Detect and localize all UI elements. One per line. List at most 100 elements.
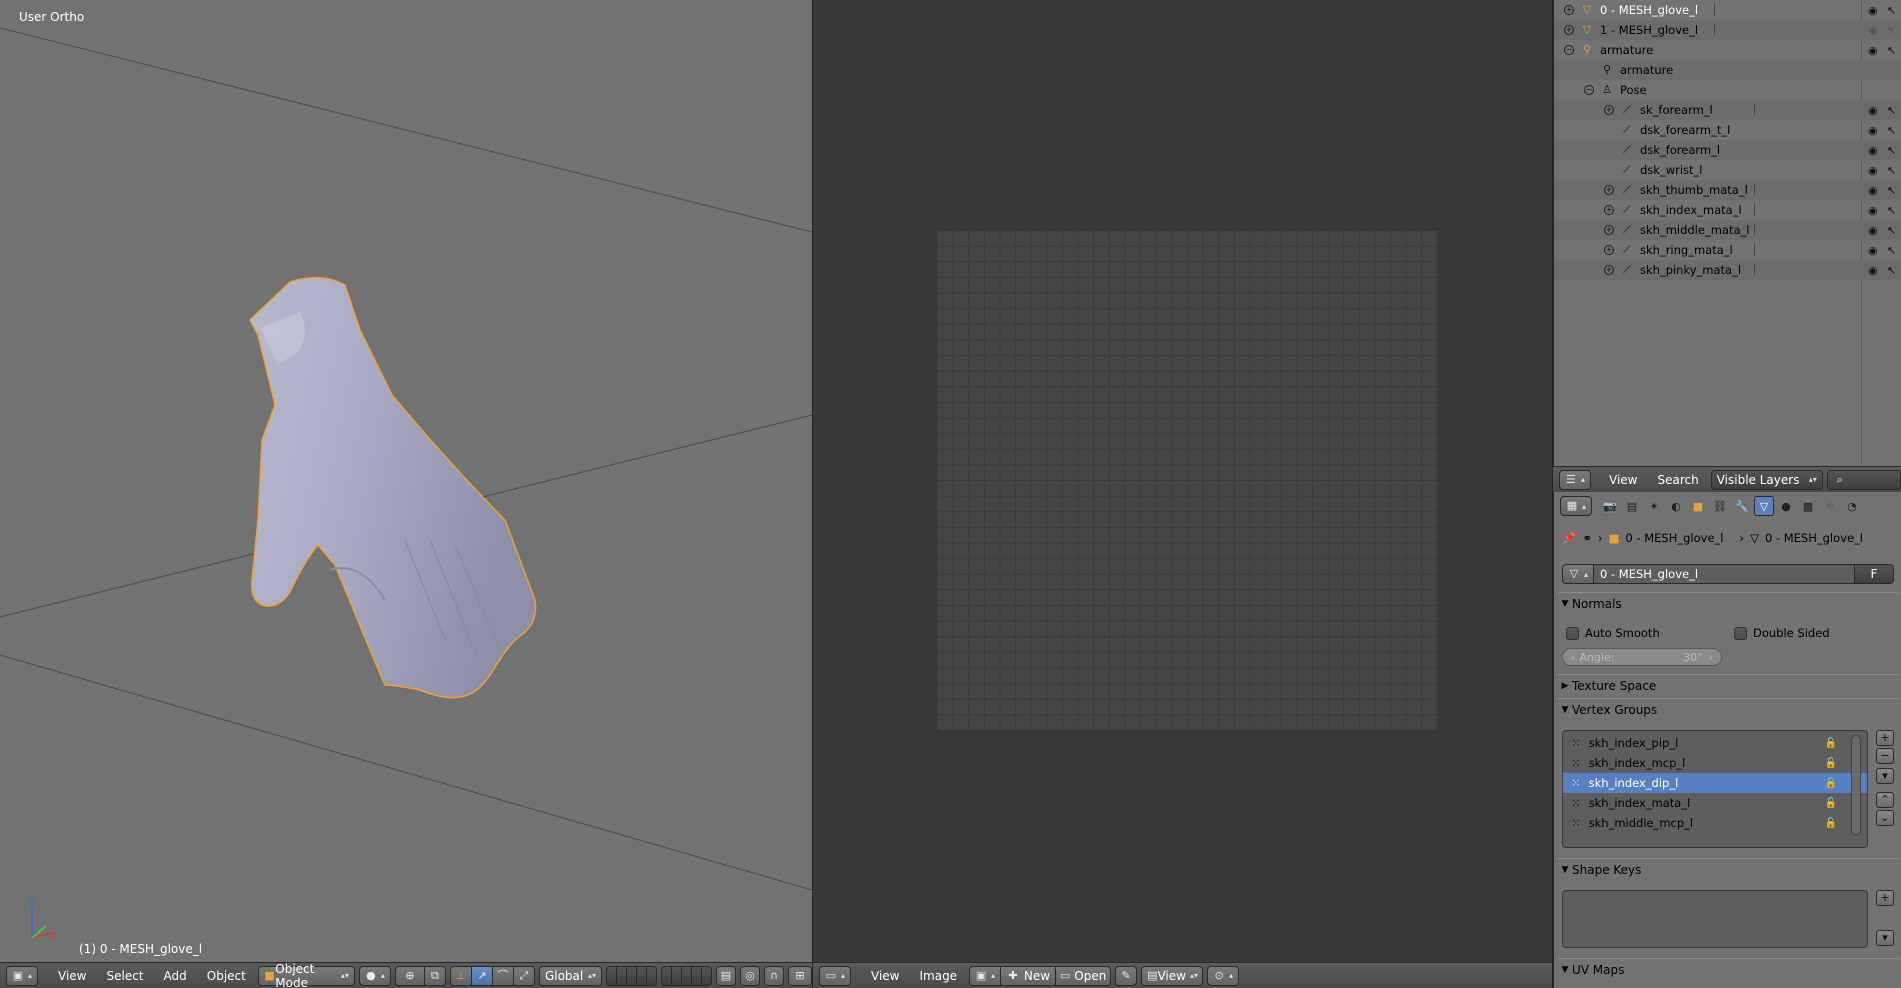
eye-icon[interactable]: ◉ bbox=[1868, 44, 1878, 57]
outliner-row[interactable]: + ▽ 1 - MESH_glove_l ◉ ↖ bbox=[1554, 20, 1901, 40]
cursor-select-icon[interactable]: ↖ bbox=[1887, 204, 1896, 217]
panel-vertex-groups-header[interactable]: ▼ Vertex Groups bbox=[1558, 698, 1898, 720]
outliner-row[interactable]: + ⟋ sk_forearm_l ◉ ↖ bbox=[1554, 100, 1901, 120]
vertex-groups-list[interactable]: ⁙ skh_index_pip_l 🔓 ⁙ skh_index_mcp_l 🔓 ⁙ skh_i… bbox=[1562, 730, 1868, 848]
editor-type-button[interactable]: ▣ ▴ bbox=[6, 965, 38, 986]
manipulator-toggle[interactable]: ⊥ bbox=[449, 965, 472, 986]
panel-normals-header[interactable]: ▼ Normals bbox=[1558, 592, 1898, 614]
menu-view-outliner[interactable]: View bbox=[1601, 473, 1645, 487]
vertex-group-item[interactable]: ⁙ skh_index_dip_l 🔓 bbox=[1563, 773, 1867, 793]
editor-type-button-image[interactable]: ▭ ▴ bbox=[819, 965, 851, 986]
pivot-dropdown[interactable]: ⊕ bbox=[394, 965, 425, 986]
menu-select[interactable]: Select bbox=[98, 969, 151, 983]
vertex-group-item[interactable]: ⁙ skh_index_mcp_l 🔓 bbox=[1563, 753, 1867, 773]
outliner-row[interactable]: ⟋ dsk_forearm_t_l ◉ ↖ bbox=[1554, 120, 1901, 140]
eye-icon[interactable]: ◉ bbox=[1868, 204, 1878, 217]
shape-keys-list[interactable] bbox=[1562, 890, 1868, 948]
double-sided-checkbox[interactable]: Double Sided bbox=[1734, 626, 1830, 640]
tab-world[interactable]: ◐ bbox=[1666, 496, 1686, 516]
angle-field[interactable]: ‹ Angle: 30° › bbox=[1562, 648, 1722, 666]
expand-toggle-icon[interactable]: − bbox=[1564, 45, 1574, 55]
unlock-icon[interactable]: 🔓 bbox=[1825, 798, 1837, 809]
open-image-button[interactable]: ▭ Open bbox=[1055, 965, 1112, 986]
unlock-icon[interactable]: 🔓 bbox=[1825, 778, 1837, 789]
cursor-select-icon[interactable]: ↖ bbox=[1887, 44, 1896, 57]
eye-icon[interactable]: ◉ bbox=[1868, 104, 1878, 117]
outliner-row[interactable]: ⚲ armature bbox=[1554, 60, 1901, 80]
browse-mesh-button[interactable]: ▽ ▴ bbox=[1562, 564, 1594, 584]
layer-buttons-a[interactable] bbox=[606, 965, 657, 986]
cursor-select-icon[interactable]: ↖ bbox=[1887, 124, 1896, 137]
outliner-search-field[interactable]: ⌕ bbox=[1826, 469, 1901, 490]
outliner-row[interactable]: + ▽ 0 - MESH_glove_l ◉ ↖ bbox=[1554, 0, 1901, 20]
mode-dropdown[interactable]: ■ Object Mode ▴▾ bbox=[257, 962, 355, 988]
tab-render-layers[interactable]: ▤ bbox=[1622, 496, 1642, 516]
fake-user-button[interactable]: F bbox=[1854, 564, 1894, 584]
shape-key-specials-button[interactable]: ▾ bbox=[1876, 930, 1894, 946]
datablock-name-field[interactable]: 0 - MESH_glove_l bbox=[1594, 564, 1855, 584]
outliner-row[interactable]: ⟋ dsk_forearm_l ◉ ↖ bbox=[1554, 140, 1901, 160]
auto-smooth-checkbox[interactable]: Auto Smooth bbox=[1566, 626, 1660, 640]
tab-texture[interactable]: ▩ bbox=[1798, 496, 1818, 516]
menu-add[interactable]: Add bbox=[156, 969, 195, 983]
eye-icon[interactable]: ◉ bbox=[1868, 244, 1878, 257]
eye-icon[interactable]: ◉ bbox=[1868, 24, 1878, 37]
panel-uv-maps-header[interactable]: ▼ UV Maps bbox=[1558, 958, 1898, 980]
snap-element-dropdown[interactable]: ⊞ bbox=[788, 965, 812, 986]
menu-search-outliner[interactable]: Search bbox=[1649, 473, 1706, 487]
cursor-select-icon[interactable]: ↖ bbox=[1887, 244, 1896, 257]
cursor-select-icon[interactable]: ↖ bbox=[1887, 264, 1896, 277]
vertex-group-item[interactable]: ⁙ skh_index_mata_l 🔓 bbox=[1563, 793, 1867, 813]
pivot-dropdown-image[interactable]: ⊙ ▴ bbox=[1207, 965, 1240, 986]
tab-modifiers[interactable]: 🔧 bbox=[1732, 496, 1752, 516]
orientation-dropdown[interactable]: Global ▴▾ bbox=[538, 965, 602, 986]
vertex-group-specials-button[interactable]: ▾ bbox=[1876, 768, 1894, 784]
eye-icon[interactable]: ◉ bbox=[1868, 264, 1878, 277]
panel-texture-space-header[interactable]: ▶ Texture Space bbox=[1558, 674, 1898, 696]
menu-view[interactable]: View bbox=[50, 969, 94, 983]
add-vertex-group-button[interactable]: + bbox=[1876, 730, 1894, 746]
outliner-row[interactable]: + ⟋ skh_thumb_mata_l ◉ ↖ bbox=[1554, 180, 1901, 200]
expand-toggle-icon[interactable]: + bbox=[1604, 225, 1614, 235]
vertex-group-item[interactable]: ⁙ skh_index_pip_l 🔓 bbox=[1563, 733, 1867, 753]
expand-toggle-icon[interactable]: + bbox=[1604, 205, 1614, 215]
menu-object[interactable]: Object bbox=[199, 969, 254, 983]
cursor-select-icon[interactable]: ↖ bbox=[1887, 184, 1896, 197]
cursor-select-icon[interactable]: ↖ bbox=[1887, 144, 1896, 157]
tab-data[interactable]: ▽ bbox=[1754, 496, 1774, 516]
uv-grid[interactable] bbox=[937, 230, 1437, 730]
tab-render[interactable]: 📷 bbox=[1600, 496, 1620, 516]
pin-image-button[interactable]: ✎ bbox=[1115, 965, 1138, 986]
move-up-button[interactable]: ⌃ bbox=[1876, 792, 1894, 808]
add-shape-key-button[interactable]: + bbox=[1876, 890, 1894, 906]
rotate-manipulator[interactable]: ⌒ bbox=[491, 965, 514, 986]
unlock-icon[interactable]: 🔓 bbox=[1825, 818, 1837, 829]
expand-toggle-icon[interactable]: − bbox=[1584, 85, 1594, 95]
cursor-select-icon[interactable]: ↖ bbox=[1887, 24, 1896, 37]
pin-icon[interactable]: 📌 bbox=[1562, 531, 1576, 545]
checkbox-box[interactable] bbox=[1566, 626, 1579, 640]
checkbox-box[interactable] bbox=[1734, 626, 1747, 640]
outliner-row[interactable]: + ⟋ skh_pinky_mata_l ◉ ↖ bbox=[1554, 260, 1901, 280]
glove-mesh[interactable] bbox=[249, 276, 537, 699]
tab-particles[interactable]: ⁘ bbox=[1820, 496, 1840, 516]
eye-icon[interactable]: ◉ bbox=[1868, 184, 1878, 197]
outliner-row[interactable]: − ♙ Pose bbox=[1554, 80, 1901, 100]
properties-editor[interactable]: ▦ ▴ 📷 ▤ ✦ ◐ ■ ⛓ 🔧 ▽ ● ▩ ⁘ ◔ 📌 ⚭ › ■ 0 - M… bbox=[1553, 492, 1901, 988]
tab-material[interactable]: ● bbox=[1776, 496, 1796, 516]
tab-physics[interactable]: ◔ bbox=[1842, 496, 1862, 516]
unlock-icon[interactable]: 🔓 bbox=[1825, 738, 1837, 749]
new-image-button[interactable]: ✚ New bbox=[1000, 965, 1057, 986]
menu-view-image[interactable]: View bbox=[863, 969, 907, 983]
display-mode-dropdown[interactable]: Visible Layers ▴▾ bbox=[1710, 469, 1823, 490]
panel-shape-keys-header[interactable]: ▼ Shape Keys bbox=[1558, 858, 1898, 880]
outliner-row[interactable]: + ⟋ skh_ring_mata_l ◉ ↖ bbox=[1554, 240, 1901, 260]
limit-selection-button[interactable]: ⧉ bbox=[423, 965, 446, 986]
eye-icon[interactable]: ◉ bbox=[1868, 144, 1878, 157]
outliner-row[interactable]: − ⚲ armature ◉ ↖ bbox=[1554, 40, 1901, 60]
editor-type-button-outliner[interactable]: ☰ ▴ bbox=[1559, 469, 1591, 490]
outliner-row[interactable]: ⟋ dsk_wrist_l ◉ ↖ bbox=[1554, 160, 1901, 180]
area-separator[interactable] bbox=[812, 0, 813, 988]
image-editor[interactable] bbox=[813, 0, 1552, 962]
snap-toggle[interactable]: ∩ bbox=[764, 965, 784, 986]
